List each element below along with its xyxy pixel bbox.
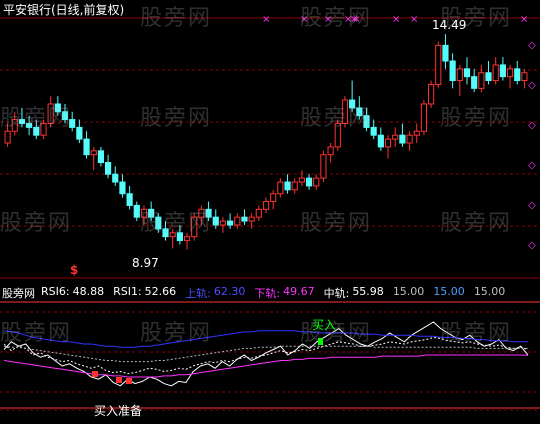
indicator-line: [3, 345, 528, 363]
candle-body: [428, 83, 435, 105]
sell-block: [126, 378, 132, 384]
diamond-marker: ◇: [528, 160, 536, 171]
candle-body: [104, 162, 112, 175]
candle-body: [291, 181, 298, 191]
legend-mid-value: 55.98: [352, 285, 384, 298]
candle-body: [499, 64, 506, 78]
buy-prepare-label: 买入准备: [94, 404, 143, 418]
candle-body: [313, 177, 320, 187]
candle-body: [183, 236, 191, 242]
watermark: 股旁网: [0, 211, 73, 236]
candle-body: [377, 134, 384, 148]
legend-upper-value: 62.30: [213, 285, 246, 298]
legend-rsi1-value: 52.66: [144, 285, 177, 298]
candle-body: [413, 130, 420, 136]
legend-lower-label: 下轨:: [254, 287, 281, 300]
candle-body: [478, 72, 485, 89]
candle-body: [126, 193, 133, 206]
candle-body: [435, 44, 442, 85]
chart-title: 平安银行(日线,前复权): [3, 3, 125, 17]
diamond-marker: ◇: [528, 200, 536, 211]
watermark: 股旁网: [300, 6, 373, 31]
watermark: 股旁网: [300, 211, 373, 236]
watermark: 股旁网: [440, 211, 513, 236]
candle-body: [284, 181, 291, 191]
candle-body: [241, 216, 248, 222]
watermark: 股旁网: [300, 106, 373, 131]
candle-body: [327, 146, 334, 156]
candle-body: [506, 68, 514, 78]
candle-body: [255, 208, 262, 218]
watermark: 股旁网: [140, 211, 213, 236]
candle-body: [406, 134, 413, 144]
legend-mid-label: 中轨:: [323, 287, 350, 300]
diamond-marker: ◇: [528, 40, 536, 51]
candle-body: [420, 103, 428, 132]
magenta-x-marker: ×: [262, 14, 270, 25]
watermark: 股旁网: [140, 321, 213, 346]
candle-body: [133, 204, 140, 218]
watermark: 股旁网: [440, 106, 513, 131]
sell-block: [116, 377, 122, 383]
legend-upper-label: 上轨:: [185, 287, 211, 300]
candle-body: [298, 177, 305, 183]
candle-body: [277, 181, 284, 195]
candle-body: [212, 216, 219, 226]
candle-body: [4, 130, 11, 144]
diamond-marker: ◇: [528, 80, 536, 91]
candle-body: [112, 173, 119, 183]
candle-body: [320, 154, 327, 179]
candle-body: [97, 150, 104, 164]
candle-body: [384, 138, 392, 148]
candle-body: [248, 216, 255, 222]
candle-body: [399, 134, 406, 144]
watermark: 股旁网: [0, 106, 73, 131]
candle-body: [219, 220, 227, 226]
watermark: 股旁网: [0, 321, 73, 346]
legend-extra-1: 15.00: [392, 285, 425, 298]
candle-body: [485, 72, 492, 82]
magenta-x-marker: ×: [392, 14, 400, 25]
legend-lower-value: 49.67: [283, 285, 315, 298]
candle-body: [463, 68, 471, 78]
candle-body: [521, 72, 528, 82]
candle-body: [514, 68, 521, 82]
candle-body: [492, 64, 499, 82]
signal-dollar-mark: $: [70, 263, 79, 277]
high-price-label: 14.49: [432, 18, 467, 32]
candle-body: [119, 181, 126, 195]
candle-body: [392, 134, 399, 140]
diamond-marker: ◇: [528, 120, 536, 131]
candle-body: [76, 126, 83, 140]
legend-name: 股旁网: [2, 287, 35, 300]
candle-body: [262, 201, 270, 210]
candle-body: [449, 60, 456, 82]
candle-body: [234, 216, 241, 226]
candle-body: [305, 177, 313, 187]
legend-rsi1-label: RSI1:: [113, 285, 142, 298]
candle-body: [227, 220, 234, 226]
legend-extra-2: 15.00: [433, 285, 465, 298]
sell-block: [92, 371, 98, 377]
candle-body: [456, 68, 463, 82]
legend-extra-3: 15.00: [473, 285, 506, 298]
legend-rsi6-value: 48.88: [72, 285, 105, 298]
legend-rsi6-label: RSI6:: [41, 285, 70, 298]
watermark: 股旁网: [140, 6, 213, 31]
watermark: 股旁网: [440, 321, 513, 346]
magenta-x-marker: ×: [410, 14, 418, 25]
candle-body: [90, 150, 97, 156]
candle-body: [83, 138, 90, 156]
low-price-label: 8.97: [132, 256, 159, 270]
candle-body: [270, 193, 277, 203]
candle-body: [442, 44, 449, 62]
magenta-x-marker: ×: [520, 14, 528, 25]
indicator-legend: 股旁网 RSI6: 48.88 RSI1: 52.66 上轨: 62.30 下轨…: [2, 285, 506, 300]
watermark: 股旁网: [140, 106, 213, 131]
diamond-marker: ◇: [528, 240, 536, 251]
candle-body: [471, 76, 478, 89]
buy-label: 买入: [312, 318, 337, 332]
